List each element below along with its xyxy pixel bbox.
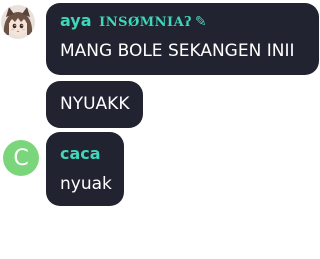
message-bubble-aya-1[interactable]: aya INSØMNIAʔ ✎ MANG BOLE SEKANGEN INII [46, 3, 319, 75]
author-name: caca [60, 144, 101, 163]
message-bubble-aya-2[interactable]: NYUAKK [46, 81, 143, 128]
message-bubble-caca[interactable]: caca nyuak [46, 132, 124, 206]
message-author-caca[interactable]: caca [60, 144, 101, 164]
pencil-icon: ✎ [194, 14, 207, 30]
author-flair: INSØMNIAʔ [99, 15, 192, 30]
avatar-aya[interactable] [1, 5, 35, 39]
message-text: MANG BOLE SEKANGEN INII [60, 41, 295, 61]
avatar-letter: C [13, 145, 29, 171]
message-text: nyuak [60, 174, 112, 194]
avatar-caca[interactable]: C [3, 140, 39, 176]
author-name: aya [60, 11, 92, 30]
anime-girl-avatar-icon [1, 5, 35, 39]
message-author-aya[interactable]: aya INSØMNIAʔ ✎ [60, 11, 207, 33]
message-text: NYUAKK [60, 94, 130, 114]
